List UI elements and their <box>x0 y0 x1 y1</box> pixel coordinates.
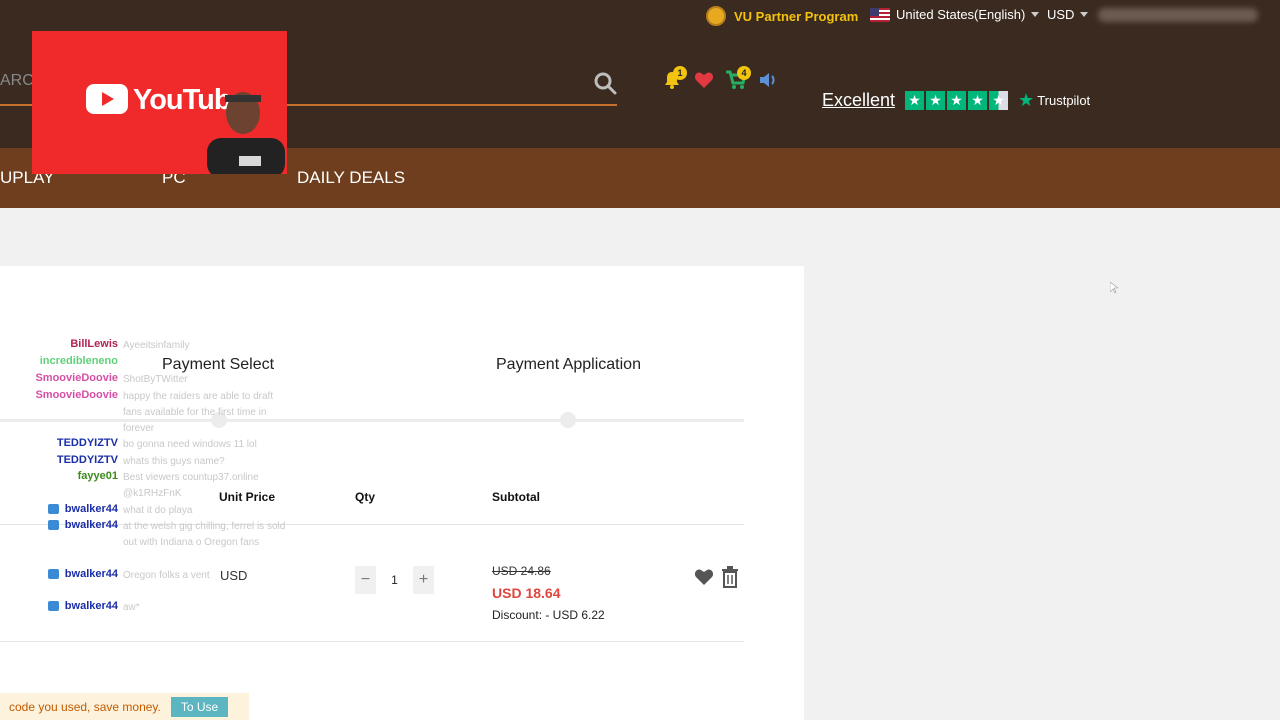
account-menu-blurred[interactable] <box>1098 8 1258 22</box>
chat-text: bo gonna need windows 11 lol <box>123 439 257 450</box>
increase-qty-button[interactable]: + <box>413 566 434 594</box>
quantity-stepper: − 1 + <box>355 566 434 594</box>
chat-message: SmoovieDoovie ShotByTWitter <box>0 372 293 388</box>
sale-price: USD 18.64 <box>492 585 561 601</box>
money-bag-icon <box>706 6 726 26</box>
chat-message: bwalker44 aw* <box>0 600 293 616</box>
decrease-qty-button[interactable]: − <box>355 566 376 594</box>
trustpilot-brand: ★ Trustpilot <box>1018 90 1090 111</box>
mouse-cursor-icon <box>1110 282 1118 294</box>
region-selector[interactable]: United States(English) <box>870 7 1040 22</box>
chat-message: fayye01 Best viewers countup37.online @k… <box>0 470 293 502</box>
discount-amount: Discount: - USD 6.22 <box>492 608 605 622</box>
chat-text: whats this guys name? <box>123 456 225 467</box>
wishlist-button[interactable] <box>692 68 716 92</box>
use-coupon-button[interactable]: To Use <box>170 696 229 717</box>
chat-text: Oregon folks a vent <box>123 570 210 581</box>
trustpilot-star-icon: ★ <box>1018 90 1035 110</box>
notifications-button[interactable]: 1 <box>660 66 687 92</box>
chat-message: bwalker44 Oregon folks a vent <box>0 568 293 584</box>
column-header-qty: Qty <box>355 490 376 504</box>
step-payment-application: Payment Application <box>496 356 641 373</box>
row-divider <box>0 641 744 642</box>
cart-count-badge: 4 <box>737 66 751 80</box>
chat-username: BillLewis <box>70 338 118 350</box>
search-icon[interactable] <box>592 70 618 96</box>
star-icon: ★ <box>968 91 988 110</box>
chat-username-with-badge: bwalker44 <box>0 519 118 531</box>
heart-icon <box>694 72 714 88</box>
notification-count-badge: 1 <box>673 66 687 80</box>
chat-username: fayye01 <box>77 470 118 482</box>
search-input[interactable]: ARC <box>0 72 34 90</box>
chevron-down-icon <box>1031 12 1040 17</box>
trust-stars: ★ ★ ★ ★ ★ <box>905 91 1009 110</box>
youtube-stream-overlay: YouTube <box>32 31 287 174</box>
chat-username: SmoovieDoovie <box>35 372 118 384</box>
chat-message: incredibleneno <box>0 355 293 367</box>
us-flag-icon <box>870 7 890 22</box>
chat-text: aw* <box>123 602 140 613</box>
subscriber-badge-icon <box>47 569 59 580</box>
youtube-play-icon <box>86 84 128 114</box>
subscriber-badge-icon <box>47 520 59 531</box>
streamer-webcam-image <box>207 92 285 174</box>
progress-dot <box>560 412 576 428</box>
chat-username: incredibleneno <box>39 355 118 367</box>
chat-text: at the welsh gig chilling, ferrel is sol… <box>123 521 286 548</box>
chat-message: bwalker44 what it do playa <box>0 503 293 519</box>
add-to-wishlist-icon[interactable] <box>694 567 714 587</box>
chat-username: TEDDYIZTV <box>56 454 118 466</box>
partner-program-link[interactable]: VU Partner Program <box>706 4 858 28</box>
chat-username-with-badge: bwalker44 <box>0 600 118 612</box>
currency-selector[interactable]: USD <box>1047 7 1089 22</box>
chat-username: bwalker44 <box>64 519 118 531</box>
chat-text: happy the raiders are able to draft fans… <box>123 391 274 434</box>
subscriber-badge-icon <box>47 601 59 612</box>
chat-username-with-badge: bwalker44 <box>0 568 118 580</box>
quantity-value[interactable]: 1 <box>376 573 413 587</box>
nav-item-daily-deals[interactable]: DAILY DEALS <box>297 168 405 188</box>
column-header-subtotal: Subtotal <box>492 490 540 504</box>
star-icon: ★ <box>905 91 925 110</box>
trustpilot-widget[interactable]: Excellent ★ ★ ★ ★ ★ ★ Trustpilot <box>822 90 1090 111</box>
sound-button[interactable] <box>756 68 780 92</box>
partner-program-label: VU Partner Program <box>734 8 859 24</box>
speaker-icon <box>760 73 775 87</box>
chat-message: bwalker44 at the welsh gig chilling, fer… <box>0 519 293 551</box>
chevron-down-icon <box>1080 12 1089 17</box>
star-icon: ★ <box>947 91 967 110</box>
coupon-text: code you used, save money. <box>9 699 161 714</box>
chat-text: what it do playa <box>123 505 193 516</box>
delete-item-icon[interactable] <box>721 566 739 588</box>
original-price: USD 24.86 <box>492 564 551 578</box>
chat-username: bwalker44 <box>64 600 118 612</box>
chat-message: TEDDYIZTV whats this guys name? <box>0 454 293 470</box>
chat-message: BillLewis Ayeeitsinfamily <box>0 338 293 354</box>
trust-rating-label: Excellent <box>822 90 896 110</box>
chat-username: bwalker44 <box>64 568 118 580</box>
coupon-banner: code you used, save money. To Use <box>0 693 249 720</box>
chat-username: SmoovieDoovie <box>35 389 118 401</box>
chat-message: SmoovieDoovie happy the raiders are able… <box>0 389 293 437</box>
chat-text: Ayeeitsinfamily <box>123 340 190 351</box>
chat-username-with-badge: bwalker44 <box>0 503 118 515</box>
region-label: United States(English) <box>896 7 1026 22</box>
chat-username: TEDDYIZTV <box>56 437 118 449</box>
trustpilot-label: Trustpilot <box>1037 93 1091 108</box>
chat-text: ShotByTWitter <box>123 374 188 385</box>
cart-button[interactable]: 4 <box>724 66 751 92</box>
chat-text: Best viewers countup37.online @k1RHzFnK <box>123 472 259 499</box>
currency-label: USD <box>1047 7 1075 22</box>
header-icon-group: 1 4 <box>660 66 780 92</box>
subscriber-badge-icon <box>47 504 59 515</box>
half-star-icon: ★ <box>989 91 1009 110</box>
chat-username: bwalker44 <box>64 503 118 515</box>
star-icon: ★ <box>926 91 946 110</box>
chat-message: TEDDYIZTV bo gonna need windows 11 lol <box>0 437 293 453</box>
